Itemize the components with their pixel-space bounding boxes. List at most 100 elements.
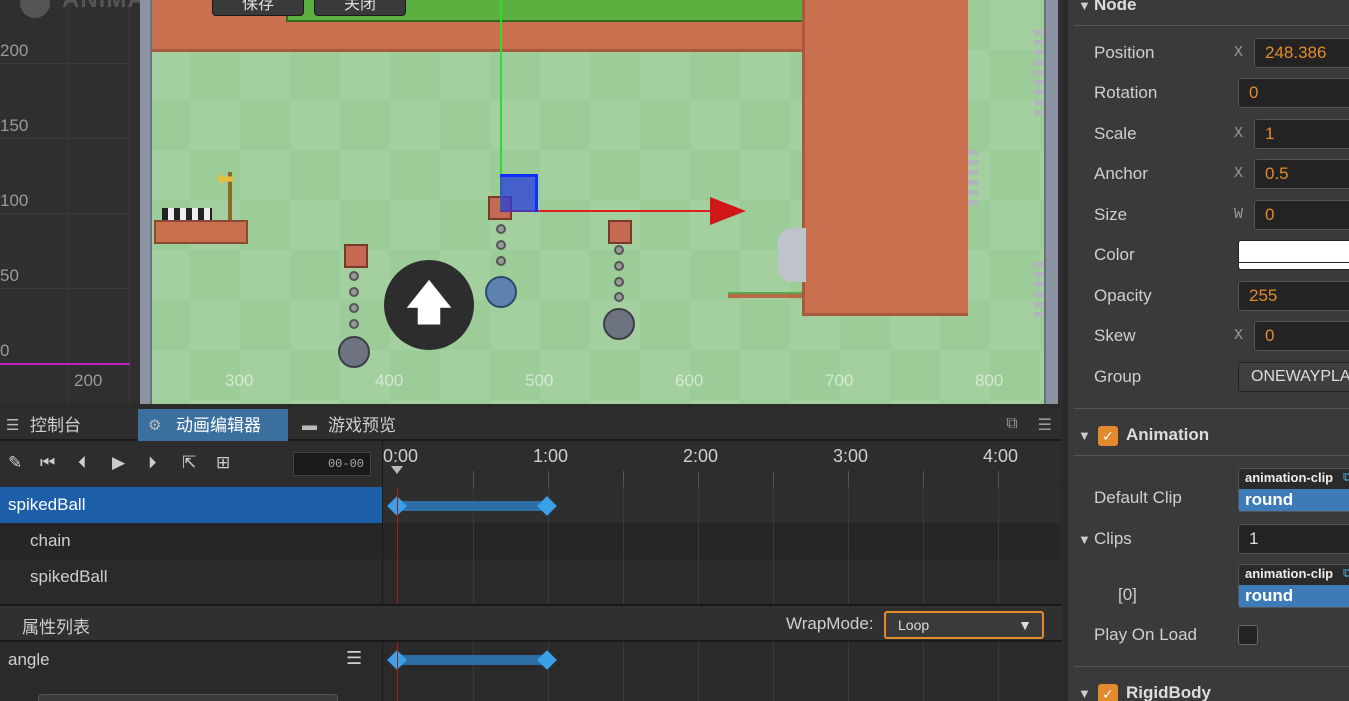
play-on-load-checkbox[interactable] [1238, 625, 1258, 645]
maximize-icon[interactable]: ⧉ [1006, 415, 1017, 435]
tab-game-preview[interactable]: ▬ 游戏预览 [290, 409, 434, 441]
chain-link [614, 292, 624, 302]
scene-toolbar: 保存 关闭 [212, 0, 406, 16]
chain-link [349, 303, 359, 313]
clips-count-field[interactable]: 1 [1238, 524, 1349, 554]
external-link-icon[interactable]: ⧉ [1343, 469, 1349, 485]
checkbox-checked-icon[interactable]: ✓ [1098, 684, 1118, 701]
chain-link [614, 277, 624, 287]
game-preview-icon: ▬ [302, 417, 317, 434]
opacity-field[interactable]: 255 [1238, 281, 1349, 311]
position-label: Position [1094, 43, 1155, 62]
save-button[interactable]: 保存 [212, 0, 304, 16]
clips-label: Clips [1094, 529, 1132, 548]
chain-link [614, 245, 624, 255]
arrow-left-icon: ⬅ [216, 166, 235, 191]
chain-link [496, 256, 506, 266]
prev-frame-icon[interactable]: ⏴ [78, 453, 87, 473]
axis-x-label: X [1234, 44, 1244, 61]
inspector-panel: ▼ Node Position X 248.386 Rotation 0 Sca… [1062, 0, 1349, 701]
node-section-header[interactable]: ▼ Node [1068, 0, 1349, 24]
hamburger-menu-icon[interactable]: ☰ [346, 648, 362, 669]
ruler-tick: 800 [975, 371, 1004, 390]
caret-down-icon: ▼ [1078, 0, 1091, 13]
game-canvas[interactable]: ⬅ 🡅 300 400 500 600 700 800 [140, 0, 1058, 404]
chain-link [349, 287, 359, 297]
default-clip-field[interactable]: animation-clip ⧉ round [1238, 468, 1349, 512]
wrap-mode-select[interactable]: Loop ▼ [884, 611, 1044, 639]
dirt-wall [802, 0, 968, 316]
skew-x-field[interactable]: 0 [1254, 321, 1349, 351]
scene-view[interactable]: 200 150 100 50 0 200 ANIMATE ⬅ [0, 0, 1062, 404]
spiked-ball[interactable] [603, 308, 635, 340]
clip-0-field[interactable]: animation-clip ⧉ round [1238, 564, 1349, 608]
console-icon: ☰ [6, 417, 20, 434]
ruler-tick: 150 [0, 116, 29, 135]
ruler-tick: 400 [375, 371, 404, 390]
edit-icon[interactable]: ✎ [8, 453, 22, 473]
anchor-x-field[interactable]: 0.5 [1254, 159, 1349, 189]
scale-x-field[interactable]: 1 [1254, 119, 1349, 149]
panel-tools: ⧉ ☰ [1006, 415, 1052, 435]
tab-animation-editor[interactable]: ⚙ 动画编辑器 [138, 409, 288, 441]
track-row[interactable] [383, 523, 1061, 559]
axis-w-label: W [1234, 206, 1244, 223]
size-label: Size [1094, 205, 1128, 224]
add-property-button[interactable] [38, 694, 338, 701]
jump-to-start-icon[interactable]: ⏮ [40, 453, 55, 473]
caret-down-icon: ▼ [1078, 686, 1091, 701]
playhead-handle[interactable] [391, 466, 403, 474]
anchor-block [344, 244, 368, 268]
gizmo-center-handle[interactable] [500, 174, 538, 212]
caret-down-icon: ▼ [1078, 428, 1091, 443]
checkbox-checked-icon[interactable]: ✓ [1098, 426, 1118, 446]
group-select[interactable]: ONEWAYPLA [1238, 362, 1349, 392]
gizmo-x-arrow-icon[interactable] [710, 197, 746, 225]
keyframe-range[interactable] [397, 501, 547, 511]
origin-line [0, 363, 130, 365]
timeline-label: 2:00 [683, 446, 719, 466]
node-row[interactable]: spikedBall [0, 559, 382, 595]
node-row[interactable]: spikedBall [0, 487, 382, 523]
keyframe-tracks[interactable] [382, 487, 1061, 604]
tab-console[interactable]: ☰ 控制台 [0, 409, 136, 441]
track-row[interactable] [383, 559, 1061, 595]
add-event-icon[interactable]: ⇱ [182, 453, 196, 473]
current-time-field[interactable]: 00-00 [293, 452, 371, 476]
property-item-angle[interactable]: angle [8, 650, 50, 670]
spikes-icon [1034, 30, 1044, 120]
chain-link [496, 224, 506, 234]
play-icon[interactable]: ▶ [112, 453, 125, 473]
spikes-icon [968, 150, 978, 210]
group-label: Group [1094, 367, 1142, 386]
jump-up-button[interactable]: 🡅 [384, 260, 474, 350]
keyframe[interactable] [537, 650, 557, 670]
axis-x-label: X [1234, 125, 1244, 142]
timeline-label: 3:00 [833, 446, 869, 466]
position-x-field[interactable]: 248.386 [1254, 38, 1349, 68]
add-keyframe-icon[interactable]: ⊞ [216, 453, 230, 473]
chain-link [349, 271, 359, 281]
caret-down-icon: ▼ [1018, 617, 1032, 633]
close-button[interactable]: 关闭 [314, 0, 406, 16]
color-swatch[interactable] [1238, 240, 1349, 270]
spiked-ball-selected[interactable] [485, 276, 517, 308]
animation-section-header[interactable]: ▼ ✓ Animation [1068, 424, 1349, 454]
wrap-mode-label: WrapMode: [786, 614, 874, 633]
size-w-field[interactable]: 0 [1254, 200, 1349, 230]
rotation-field[interactable]: 0 [1238, 78, 1349, 108]
rigidbody-section-header[interactable]: ▼ ✓ RigidBody [1068, 682, 1349, 701]
next-frame-icon[interactable]: ⏵ [148, 453, 157, 473]
ruler-tick: 600 [675, 371, 704, 390]
external-link-icon[interactable]: ⧉ [1343, 565, 1349, 581]
caret-down-icon[interactable]: ▼ [1078, 532, 1091, 547]
editor-window: 200 150 100 50 0 200 ANIMATE ⬅ [0, 0, 1349, 701]
menu-icon[interactable]: ☰ [1038, 415, 1052, 435]
scale-label: Scale [1094, 124, 1137, 143]
node-row[interactable]: chain [0, 523, 382, 559]
spiked-ball[interactable] [338, 336, 370, 368]
keyframe-range[interactable] [397, 655, 547, 665]
property-tracks[interactable] [382, 642, 1060, 701]
rotation-label: Rotation [1094, 83, 1158, 102]
timeline-ruler[interactable]: 0:00 1:00 2:00 3:00 4:00 [382, 441, 1060, 487]
